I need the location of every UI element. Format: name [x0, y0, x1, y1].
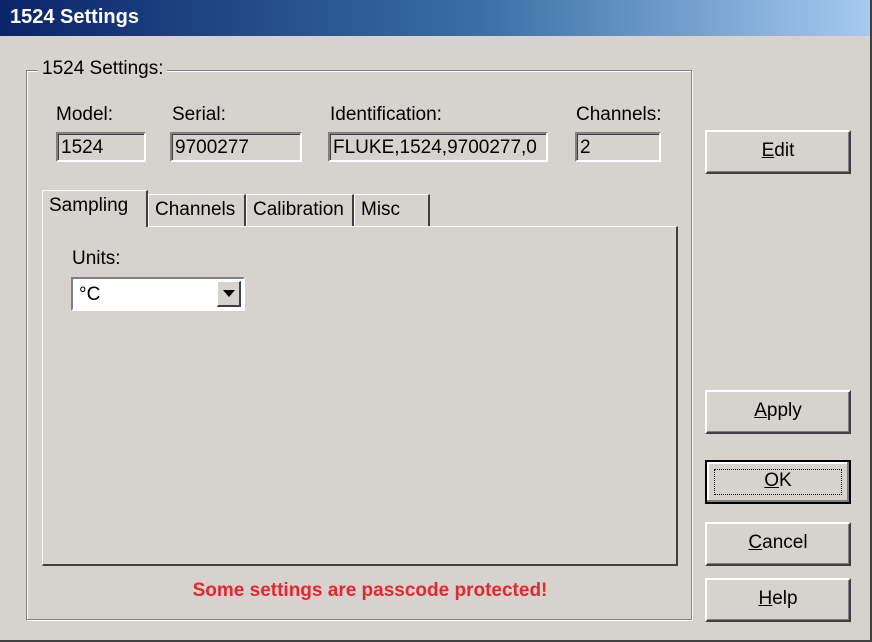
channels-label: Channels: — [576, 104, 662, 125]
cancel-label-rest: ancel — [762, 532, 808, 553]
settings-dialog: 1524 Settings 1524 Settings: Model: 1524… — [0, 0, 872, 642]
focus-rectangle — [714, 469, 842, 495]
model-field: 1524 — [56, 132, 146, 162]
channels-field: 2 — [575, 132, 661, 162]
serial-field: 9700277 — [170, 132, 302, 162]
identification-field: FLUKE,1524,9700277,0 — [328, 132, 548, 162]
apply-mnemonic: A — [754, 400, 767, 421]
groupbox-label: 1524 Settings: — [38, 58, 168, 80]
tab-channels[interactable]: Channels — [148, 194, 246, 226]
window-title: 1524 Settings — [10, 6, 139, 28]
apply-button[interactable]: Apply — [705, 390, 851, 434]
serial-label: Serial: — [172, 104, 226, 125]
edit-mnemonic: E — [761, 140, 775, 161]
model-label: Model: — [56, 104, 114, 125]
edit-label-rest: dit — [774, 140, 795, 161]
help-mnemonic: H — [758, 588, 773, 609]
passcode-warning: Some settings are passcode protected! — [192, 580, 548, 601]
title-bar[interactable]: 1524 Settings — [0, 0, 870, 36]
help-label-rest: elp — [772, 588, 798, 609]
cancel-mnemonic: C — [748, 532, 763, 553]
apply-label-rest: pply — [766, 400, 802, 421]
ok-button[interactable]: OK — [705, 460, 851, 504]
units-selected-value: °C — [79, 284, 101, 305]
tab-calibration[interactable]: Calibration — [246, 194, 354, 226]
edit-button[interactable]: Edit — [705, 130, 851, 174]
tab-sampling[interactable]: Sampling — [42, 190, 148, 227]
tab-misc[interactable]: Misc — [354, 194, 430, 226]
identification-label: Identification: — [330, 104, 442, 125]
cancel-button[interactable]: Cancel — [705, 522, 851, 566]
units-dropdown[interactable]: °C — [71, 277, 245, 311]
units-label: Units: — [72, 248, 121, 269]
chevron-down-icon[interactable] — [217, 281, 241, 307]
